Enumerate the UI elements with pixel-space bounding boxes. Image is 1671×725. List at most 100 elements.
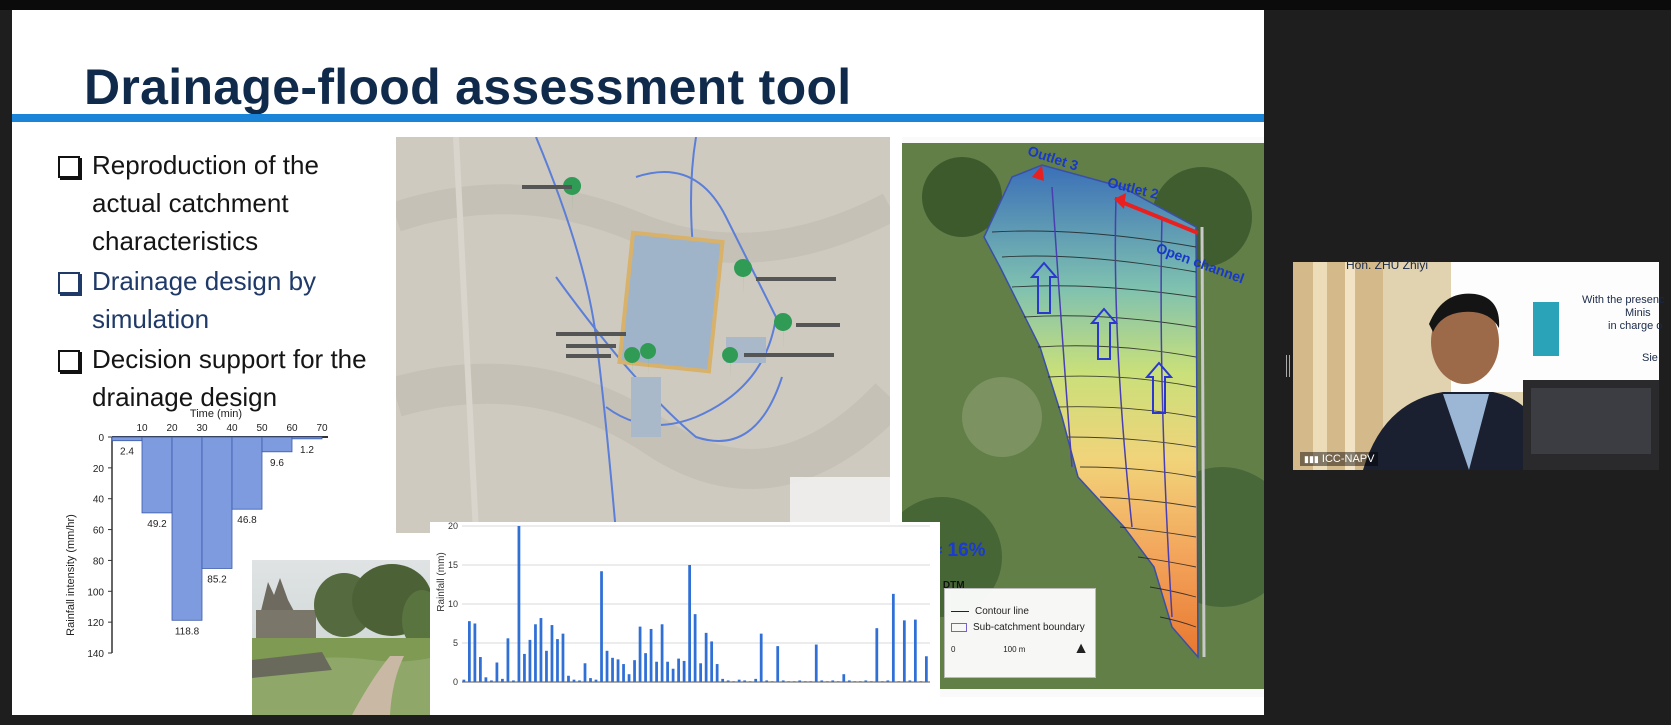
hyeto-x-tick: 50 <box>256 423 268 434</box>
rain-bar <box>820 680 824 682</box>
rain-bar <box>721 678 725 682</box>
rain-bar <box>803 681 807 682</box>
hyeto-y-tick: 40 <box>93 495 105 506</box>
hyeto-y-tick: 20 <box>93 464 105 475</box>
rain-bar <box>836 681 840 682</box>
north-arrow-icon: ▲ <box>1073 640 1089 657</box>
rain-bar <box>655 661 658 682</box>
scale-bar: 0 100 m ▲ <box>951 640 1089 657</box>
rain-bar <box>528 639 532 682</box>
bullet-item: Reproduction of the actual catchment cha… <box>58 146 378 260</box>
hyeto-x-tick: 10 <box>136 423 148 434</box>
participant-label: ICC-NAPV <box>1321 453 1375 465</box>
rain-bar <box>759 633 763 682</box>
rain-bar <box>682 660 686 682</box>
rain-bar <box>660 624 664 682</box>
rain-bar <box>605 650 609 682</box>
temple-photo <box>252 560 430 715</box>
rain-bar <box>853 681 857 682</box>
rain-bar <box>517 526 521 682</box>
rain-bar <box>638 626 642 682</box>
title-rule <box>12 114 1264 122</box>
checkbox-bullet-icon <box>58 156 80 178</box>
rain-bar <box>787 681 791 682</box>
rain-bar <box>539 618 543 682</box>
hyeto-y-tick: 100 <box>87 587 104 598</box>
rain-bar <box>495 662 499 682</box>
rain-bar <box>847 680 851 682</box>
rainfall-timeseries-chart: Rainfall (mm) 0 5 10 15 20 <box>430 522 940 715</box>
hyeto-y-tick: 120 <box>87 618 104 629</box>
hyeto-data-label: 85.2 <box>207 574 227 585</box>
rain-y-tick: 20 <box>448 522 458 531</box>
rain-bar <box>572 679 576 682</box>
panel-resize-handle[interactable] <box>1286 355 1290 377</box>
rain-bar <box>704 632 708 682</box>
scale-end: 100 m <box>1003 644 1026 654</box>
rain-bar <box>534 624 537 682</box>
rain-bar <box>468 621 471 682</box>
hyeto-x-tick: 70 <box>316 423 328 434</box>
rain-bar <box>479 657 482 682</box>
rain-bar <box>550 625 554 682</box>
rain-bar <box>512 680 515 682</box>
rain-bar <box>688 565 691 682</box>
hyeto-x-tick: 40 <box>226 423 238 434</box>
hyeto-data-label: 2.4 <box>120 447 134 458</box>
bullet-list: Reproduction of the actual catchment cha… <box>58 146 378 418</box>
checkbox-bullet-icon <box>58 272 80 294</box>
rain-bar <box>891 593 895 682</box>
rainfall-chart-svg: Rainfall (mm) 0 5 10 15 20 <box>436 522 930 687</box>
hyeto-bar <box>201 436 233 569</box>
hyeto-bar <box>291 436 323 440</box>
rain-bar <box>924 656 928 682</box>
rain-bar <box>765 680 769 682</box>
checkbox-bullet-icon <box>58 350 80 372</box>
hyeto-data-label: 1.2 <box>300 445 314 456</box>
legend-subcatch-label: Sub-catchment boundary <box>973 621 1085 633</box>
rain-bar <box>666 661 669 682</box>
rain-bar <box>869 681 873 682</box>
rain-bar <box>616 659 620 682</box>
rain-bar <box>858 681 862 682</box>
signal-icon: ▮▮▮ <box>1304 454 1319 464</box>
rain-bar <box>578 680 581 682</box>
rain-bar <box>677 658 680 682</box>
hyeto-data-label: 46.8 <box>237 515 257 526</box>
bullet-text: Reproduction of the actual catchment cha… <box>92 150 319 256</box>
bullet-item: Drainage design by simulation <box>58 262 378 338</box>
top-bar <box>0 0 1671 10</box>
rain-y-title: Rainfall (mm) <box>436 552 447 611</box>
rain-bar <box>462 679 466 682</box>
rain-bar <box>913 619 917 682</box>
rain-y-tick: 5 <box>453 638 458 648</box>
bullet-text: Drainage design by simulation <box>92 266 317 334</box>
presentation-slide: Drainage-flood assessment tool Reproduct… <box>12 10 1264 715</box>
rain-bar <box>798 680 802 682</box>
hyeto-x-title: Time (min) <box>190 408 242 420</box>
rain-bar <box>825 681 829 682</box>
rain-bar <box>671 668 675 682</box>
webcam-caption-top: Hon. ZHU Zhiyi <box>1346 258 1429 272</box>
rain-y-tick: 10 <box>448 599 458 609</box>
contour-line-swatch <box>951 610 969 612</box>
hyeto-data-label: 49.2 <box>147 519 167 530</box>
participant-name: ▮▮▮ ICC-NAPV <box>1300 452 1379 466</box>
rain-bar <box>875 628 879 682</box>
hyeto-bar <box>261 436 293 453</box>
rain-bar <box>567 675 570 682</box>
rain-bar <box>693 614 697 682</box>
rain-bar <box>831 680 835 682</box>
hyeto-y-title: Rainfall intensity (mm/hr) <box>65 514 77 636</box>
rain-bar <box>781 680 785 682</box>
rain-bar <box>501 678 504 682</box>
rain-bar <box>644 653 647 682</box>
hyeto-data-label: 118.8 <box>175 626 200 637</box>
hyeto-y-tick: 0 <box>98 433 104 444</box>
hyeto-x-tick: 60 <box>286 423 298 434</box>
hyeto-x-tick: 20 <box>166 423 178 434</box>
rain-bar <box>490 680 493 682</box>
rain-bar <box>886 680 890 682</box>
rain-bar <box>792 681 796 682</box>
rain-bar <box>732 681 736 682</box>
